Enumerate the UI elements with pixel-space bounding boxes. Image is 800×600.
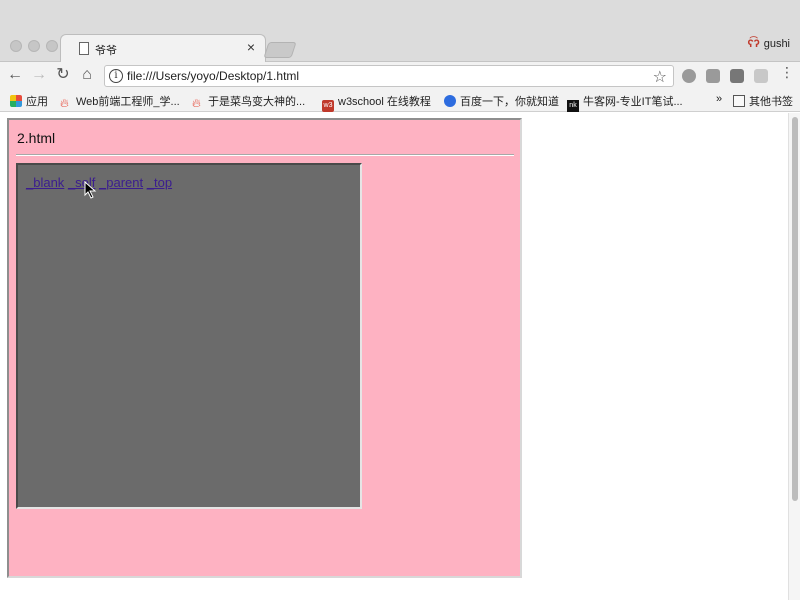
- bookmark-star-icon[interactable]: ☆: [653, 67, 667, 87]
- bookmark-w3school[interactable]: w3 w3school 在线教程: [322, 93, 431, 112]
- mouse-pointer-icon: [84, 181, 97, 199]
- home-button[interactable]: ⌂: [78, 65, 96, 85]
- vertical-scrollbar[interactable]: [788, 113, 800, 600]
- profile-button[interactable]: ʕ͡ʔ gushi: [747, 38, 790, 50]
- zoom-window-button[interactable]: [46, 40, 58, 52]
- bookmark-baidu[interactable]: 百度一下，你就知道: [444, 93, 559, 109]
- folder-icon: [733, 95, 745, 107]
- reload-button[interactable]: ↻: [54, 65, 72, 85]
- address-bar[interactable]: i file:///Users/yoyo/Desktop/1.html ☆: [104, 65, 674, 87]
- tab-title: 爷爷: [95, 45, 117, 57]
- flame-icon: 🔥︎: [192, 96, 201, 110]
- profile-icon: ʕ͡ʔ: [747, 38, 760, 50]
- bookmark-apps[interactable]: 应用: [10, 93, 48, 109]
- forward-button[interactable]: →: [30, 65, 48, 85]
- horizontal-rule: [16, 154, 514, 156]
- target-links: _blank _self _parent _top: [26, 175, 172, 190]
- extension-calendar-icon[interactable]: [754, 69, 768, 83]
- info-icon[interactable]: i: [109, 69, 123, 83]
- extension-incognito-icon[interactable]: [730, 69, 744, 83]
- close-window-button[interactable]: [10, 40, 22, 52]
- bookmark-web-frontend[interactable]: 🔥︎ Web前端工程师_学...: [60, 93, 180, 110]
- document-icon: [79, 42, 89, 55]
- inner-iframe: _blank _self _parent _top: [16, 163, 362, 509]
- tab-active[interactable]: 爷爷 ×: [60, 34, 266, 63]
- extension-sync-icon[interactable]: [682, 69, 696, 83]
- paw-icon: [444, 95, 456, 107]
- other-bookmarks-folder[interactable]: 其他书签: [733, 93, 793, 109]
- back-button[interactable]: ←: [6, 65, 24, 85]
- close-tab-icon[interactable]: ×: [247, 40, 255, 54]
- extension-reader-icon[interactable]: [706, 69, 720, 83]
- flame-icon: 🔥︎: [60, 96, 69, 110]
- url-text: file:///Users/yoyo/Desktop/1.html: [127, 69, 300, 83]
- link-blank[interactable]: _blank: [26, 175, 64, 190]
- scrollbar-thumb[interactable]: [792, 117, 798, 501]
- bookmarks-overflow-button[interactable]: »: [716, 93, 722, 105]
- browser-menu-icon[interactable]: ⋮: [780, 64, 794, 81]
- apps-grid-icon: [10, 95, 22, 107]
- bookmark-newbie[interactable]: 🔥︎ 于是菜鸟变大神的...: [192, 93, 305, 110]
- nowcoder-icon: nk: [567, 100, 579, 112]
- link-parent[interactable]: _parent: [99, 175, 143, 190]
- w3-icon: w3: [322, 100, 334, 112]
- link-top[interactable]: _top: [147, 175, 172, 190]
- frame-heading: 2.html: [17, 130, 56, 146]
- new-tab-button[interactable]: [263, 42, 297, 58]
- bookmark-nowcoder[interactable]: nk 牛客网-专业IT笔试...: [567, 93, 683, 112]
- minimize-window-button[interactable]: [28, 40, 40, 52]
- profile-name: gushi: [763, 38, 790, 50]
